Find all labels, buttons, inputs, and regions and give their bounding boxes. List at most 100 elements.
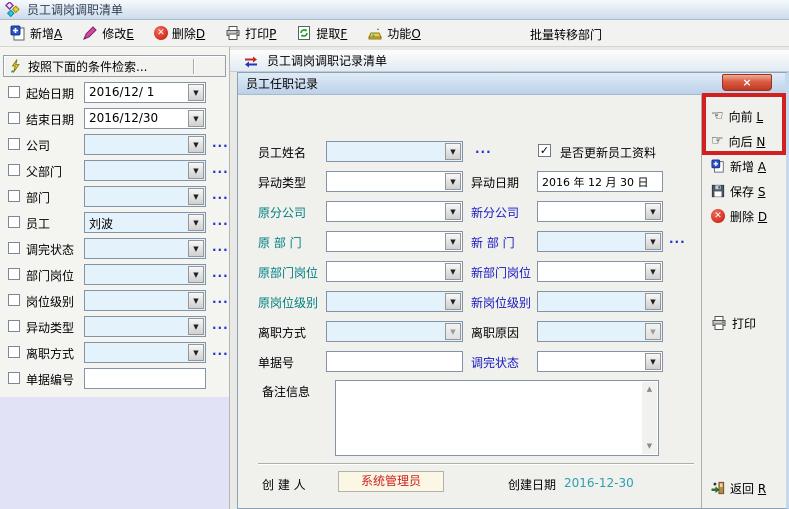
status-combobox[interactable]: ▼ xyxy=(84,238,206,259)
dept-post-lookup-dots[interactable]: ... xyxy=(212,266,229,280)
scroll-down-icon[interactable]: ▼ xyxy=(642,439,657,454)
doc-no-input[interactable] xyxy=(326,351,463,372)
toolbar-function-button[interactable]: 功能O xyxy=(367,25,420,42)
post-level-combobox[interactable]: ▼ xyxy=(84,290,206,311)
status-combobox[interactable]: ▼ xyxy=(537,351,663,372)
change-type-combobox[interactable]: ▼ xyxy=(84,316,206,337)
toolbar-extract-button[interactable]: 提取F xyxy=(296,25,347,42)
chevron-down-icon[interactable]: ▼ xyxy=(188,84,204,101)
employee-lookup-dots[interactable]: ... xyxy=(212,214,229,228)
new-company-combobox[interactable]: ▼ xyxy=(537,201,663,222)
return-button[interactable]: 返回 R xyxy=(711,478,766,498)
dept-checkbox[interactable] xyxy=(8,190,20,202)
status-checkbox[interactable] xyxy=(8,242,20,254)
remark-scrollbar[interactable]: ▲ ▼ xyxy=(642,382,657,454)
change-type-lookup-dots[interactable]: ... xyxy=(212,318,229,332)
creator-value-box: 系统管理员 xyxy=(338,471,444,492)
chevron-down-icon[interactable]: ▼ xyxy=(445,203,461,220)
chevron-down-icon[interactable]: ▼ xyxy=(188,162,204,179)
employee-combobox[interactable]: 刘波 ▼ xyxy=(84,212,206,233)
chevron-down-icon[interactable]: ▼ xyxy=(188,214,204,231)
chevron-down-icon[interactable]: ▼ xyxy=(445,263,461,280)
end-date-checkbox[interactable] xyxy=(8,112,20,124)
change-date-input[interactable]: 2016 年 12 月 30 日 xyxy=(537,171,663,192)
chevron-down-icon[interactable]: ▼ xyxy=(645,353,661,370)
search-row-post-level: 岗位级别 ▼ ... xyxy=(0,290,230,312)
save-button[interactable]: 保存 S xyxy=(711,181,765,201)
dept-combobox[interactable]: ▼ xyxy=(84,186,206,207)
new-post-combobox[interactable]: ▼ xyxy=(537,261,663,282)
chevron-down-icon[interactable]: ▼ xyxy=(188,344,204,361)
chevron-down-icon[interactable]: ▼ xyxy=(188,318,204,335)
toolbar-edit-button[interactable]: 修改E xyxy=(82,25,134,42)
toolbar-print-button[interactable]: 打印P xyxy=(225,25,276,42)
company-lookup-dots[interactable]: ... xyxy=(212,136,229,150)
scroll-up-icon[interactable]: ▲ xyxy=(642,382,657,397)
company-checkbox[interactable] xyxy=(8,138,20,150)
toolbar-add-button[interactable]: 新增A xyxy=(10,25,62,42)
emp-name-lookup-dots[interactable]: ... xyxy=(475,142,492,156)
doc-no-label: 单据号 xyxy=(258,354,294,371)
old-company-combobox[interactable]: ▼ xyxy=(326,201,463,222)
chevron-down-icon[interactable]: ▼ xyxy=(445,293,461,310)
toolbar-print-label: 打印 xyxy=(245,27,269,41)
close-icon[interactable]: × xyxy=(722,74,772,91)
chevron-down-icon[interactable]: ▼ xyxy=(188,266,204,283)
dept-post-combobox[interactable]: ▼ xyxy=(84,264,206,285)
parent-dept-lookup-dots[interactable]: ... xyxy=(212,162,229,176)
delete-button[interactable]: ✕ 删除 D xyxy=(711,206,767,226)
chevron-down-icon[interactable]: ▼ xyxy=(445,143,461,160)
end-date-combobox[interactable]: 2016/12/30 ▼ xyxy=(84,108,206,129)
search-by-conditions-button[interactable]: 按照下面的条件检索... xyxy=(3,55,226,77)
new-dept-combobox[interactable]: ▼ xyxy=(537,231,663,252)
search-row-leave-way: 离职方式 ▼ ... xyxy=(0,342,230,364)
exit-door-icon xyxy=(711,481,725,495)
add-button[interactable]: 新增 A xyxy=(711,156,766,176)
chevron-down-icon[interactable]: ▼ xyxy=(188,110,204,127)
post-level-checkbox[interactable] xyxy=(8,294,20,306)
status-lookup-dots[interactable]: ... xyxy=(212,240,229,254)
chevron-down-icon[interactable]: ▼ xyxy=(645,233,661,250)
dept-lookup-dots[interactable]: ... xyxy=(212,188,229,202)
employee-checkbox[interactable] xyxy=(8,216,20,228)
chevron-down-icon[interactable]: ▼ xyxy=(445,233,461,250)
search-panel: 按照下面的条件检索... 起始日期 2016/12/ 1 ▼ 结束日期 2016… xyxy=(0,47,230,509)
parent-dept-combobox[interactable]: ▼ xyxy=(84,160,206,181)
company-label: 公司 xyxy=(26,137,50,154)
parent-dept-checkbox[interactable] xyxy=(8,164,20,176)
chevron-down-icon[interactable]: ▼ xyxy=(188,292,204,309)
search-header-label: 按照下面的条件检索... xyxy=(28,58,147,75)
change-type-combobox[interactable]: ▼ xyxy=(326,171,463,192)
doc-no-input[interactable] xyxy=(84,368,206,389)
chevron-down-icon[interactable]: ▼ xyxy=(188,188,204,205)
old-level-combobox[interactable]: ▼ xyxy=(326,291,463,312)
leave-way-lookup-dots[interactable]: ... xyxy=(212,344,229,358)
start-date-checkbox[interactable] xyxy=(8,86,20,98)
old-post-combobox[interactable]: ▼ xyxy=(326,261,463,282)
chevron-down-icon[interactable]: ▼ xyxy=(188,136,204,153)
dept-post-checkbox[interactable] xyxy=(8,268,20,280)
remark-textarea[interactable]: ▲ ▼ xyxy=(335,380,659,456)
print-button[interactable]: 打印 xyxy=(711,313,756,333)
toolbar-delete-button[interactable]: ✕ 删除D xyxy=(154,25,205,42)
batch-transfer-dept-button[interactable]: 批量转移部门 xyxy=(530,26,602,43)
doc-no-checkbox[interactable] xyxy=(8,372,20,384)
update-profile-checkbox[interactable]: ✓ xyxy=(538,144,551,157)
new-dept-lookup-dots[interactable]: ... xyxy=(669,232,686,246)
emp-name-combobox[interactable]: ▼ xyxy=(326,141,463,162)
chevron-down-icon[interactable]: ▼ xyxy=(645,293,661,310)
toolbar-function-label: 功能 xyxy=(387,27,411,41)
company-combobox[interactable]: ▼ xyxy=(84,134,206,155)
change-type-checkbox[interactable] xyxy=(8,320,20,332)
leave-way-combobox[interactable]: ▼ xyxy=(84,342,206,363)
start-date-combobox[interactable]: 2016/12/ 1 ▼ xyxy=(84,82,206,103)
leave-way-checkbox[interactable] xyxy=(8,346,20,358)
chevron-down-icon[interactable]: ▼ xyxy=(645,203,661,220)
chevron-down-icon[interactable]: ▼ xyxy=(445,173,461,190)
chevron-down-icon[interactable]: ▼ xyxy=(645,263,661,280)
old-dept-combobox[interactable]: ▼ xyxy=(326,231,463,252)
new-post-label: 新部门岗位 xyxy=(471,264,531,281)
chevron-down-icon[interactable]: ▼ xyxy=(188,240,204,257)
post-level-lookup-dots[interactable]: ... xyxy=(212,292,229,306)
new-level-combobox[interactable]: ▼ xyxy=(537,291,663,312)
